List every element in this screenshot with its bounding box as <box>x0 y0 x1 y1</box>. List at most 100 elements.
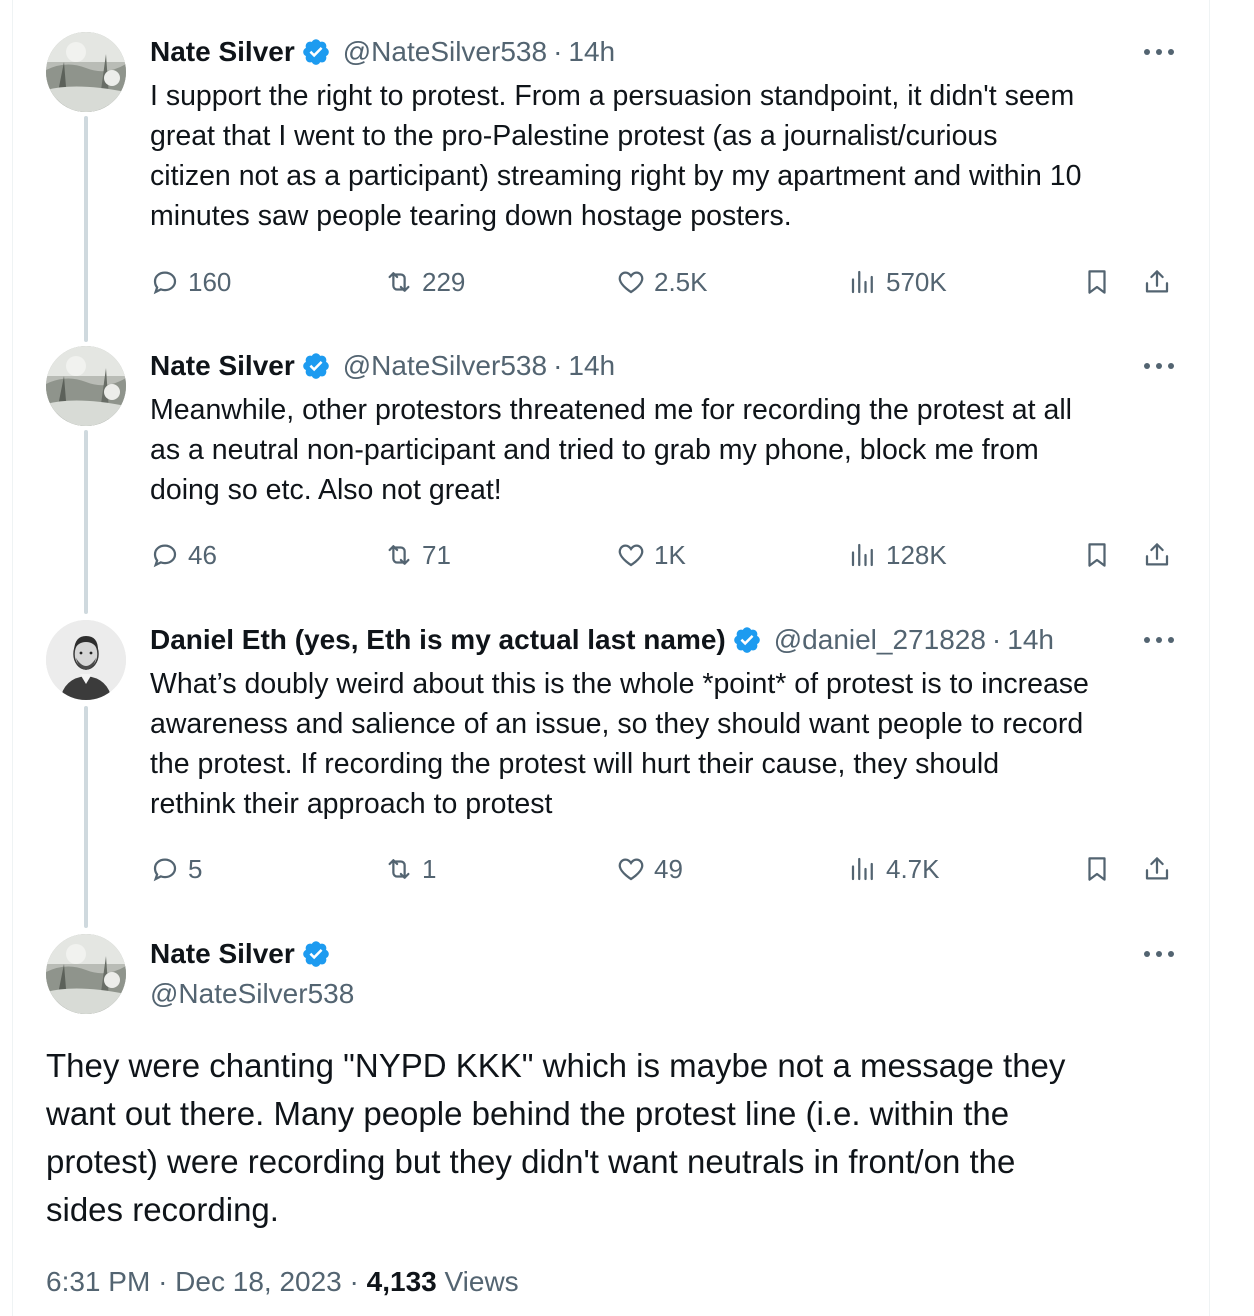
share-button[interactable] <box>1142 262 1172 302</box>
repost-count: 71 <box>422 539 451 570</box>
separator-dot: · <box>991 624 1002 655</box>
share-button[interactable] <box>1142 849 1172 889</box>
handle[interactable]: @NateSilver538 <box>343 350 547 382</box>
timestamp[interactable]: 14h <box>568 350 615 382</box>
avatar[interactable] <box>46 934 126 1014</box>
tweet-header: Nate Silver @NateSilver538 · 14h <box>150 346 615 386</box>
tweet-text: I support the right to protest. From a p… <box>150 80 1082 232</box>
share-button[interactable] <box>1142 535 1172 575</box>
repost-button[interactable]: 1 <box>384 849 436 889</box>
reply-count: 160 <box>188 266 232 297</box>
like-icon <box>618 544 644 567</box>
main-tweet-text: They were chanting "NYPD KKK" which is m… <box>46 1047 1066 1228</box>
bookmark-button[interactable] <box>1082 849 1112 889</box>
post-date[interactable]: Dec 18, 2023 <box>175 1266 342 1297</box>
timestamp[interactable]: 14h <box>568 36 615 68</box>
tweet-text: What’s doubly weird about this is the wh… <box>150 668 1089 820</box>
separator-dot: · <box>158 1266 168 1297</box>
share-icon <box>1145 270 1169 293</box>
views-count: 4,133 <box>366 1266 437 1297</box>
more-button[interactable] <box>1142 356 1176 376</box>
handle[interactable]: @daniel_271828 <box>774 624 986 656</box>
reply-button[interactable]: 46 <box>150 535 217 575</box>
views-button[interactable]: 4.7K <box>848 849 940 889</box>
display-name[interactable]: Nate Silver <box>150 350 295 382</box>
share-icon <box>1145 543 1169 566</box>
more-icon <box>1144 363 1174 369</box>
bookmark-button[interactable] <box>1082 262 1112 302</box>
handle[interactable]: @NateSilver538 <box>343 36 547 68</box>
avatar-snow-forest-image <box>46 346 126 426</box>
more-icon <box>1144 637 1174 643</box>
views-icon <box>851 857 873 881</box>
views-button[interactable]: 570K <box>848 262 947 302</box>
handle-row: @NateSilver538 <box>150 974 354 1014</box>
reply-button[interactable]: 5 <box>150 849 202 889</box>
bookmark-button[interactable] <box>1082 535 1112 575</box>
bookmark-icon <box>1088 270 1106 294</box>
like-count: 49 <box>654 853 683 884</box>
views-count: 570K <box>886 266 947 297</box>
more-button[interactable] <box>1142 42 1176 62</box>
bookmark-icon <box>1088 857 1106 881</box>
repost-button[interactable]: 71 <box>384 535 451 575</box>
views-button[interactable]: 128K <box>848 535 947 575</box>
separator-dot: · <box>553 36 563 67</box>
verified-badge-icon <box>302 941 329 967</box>
verified-badge-icon <box>302 353 329 379</box>
views-icon <box>851 270 873 294</box>
like-count: 2.5K <box>654 266 708 297</box>
reply-count: 46 <box>188 539 217 570</box>
display-name[interactable]: Daniel Eth (yes, Eth is my actual last n… <box>150 624 726 656</box>
reply-button[interactable]: 160 <box>150 262 231 302</box>
like-button[interactable]: 1K <box>616 535 686 575</box>
thread-line <box>84 430 88 614</box>
timestamp[interactable]: 14h <box>1007 624 1054 656</box>
verified-badge-icon <box>733 627 760 653</box>
more-button[interactable] <box>1142 630 1176 650</box>
more-icon <box>1144 951 1174 957</box>
views-label: Views <box>444 1266 519 1297</box>
repost-icon <box>388 272 410 292</box>
separator-dot: · <box>553 350 563 381</box>
like-button[interactable]: 49 <box>616 849 683 889</box>
separator-dot: · <box>349 1266 359 1297</box>
reply-icon <box>153 544 177 568</box>
views-count: 4.7K <box>886 853 940 884</box>
tweet-actions: 160 229 2.5K 570K <box>150 262 1180 302</box>
post-time[interactable]: 6:31 PM <box>46 1266 150 1297</box>
like-icon <box>618 271 644 294</box>
tweet-text: Meanwhile, other protestors threatened m… <box>150 394 1072 506</box>
reply-icon <box>153 858 177 882</box>
views-count: 128K <box>886 539 947 570</box>
display-name[interactable]: Nate Silver <box>150 938 295 970</box>
tweet-actions: 46 71 1K 128K <box>150 535 1180 575</box>
more-icon <box>1144 49 1174 55</box>
handle[interactable]: @NateSilver538 <box>150 978 354 1010</box>
tweet-header: Nate Silver <box>150 934 331 974</box>
thread-line <box>84 706 88 928</box>
avatar[interactable] <box>46 32 126 112</box>
avatar[interactable] <box>46 346 126 426</box>
repost-count: 1 <box>422 853 437 884</box>
avatar-snow-forest-image <box>46 32 126 112</box>
avatar-snow-forest-image <box>46 934 126 1014</box>
like-button[interactable]: 2.5K <box>616 262 708 302</box>
display-name[interactable]: Nate Silver <box>150 36 295 68</box>
verified-badge-icon <box>302 39 329 65</box>
like-icon <box>618 858 644 881</box>
tweet-metadata: 6:31 PM · Dec 18, 2023 · 4,133 Views <box>46 1266 519 1298</box>
repost-button[interactable]: 229 <box>384 262 465 302</box>
tweet-actions: 5 1 49 4.7K <box>150 849 1180 889</box>
like-count: 1K <box>654 539 686 570</box>
avatar-portrait-sketch-image <box>46 620 126 700</box>
avatar[interactable] <box>46 620 126 700</box>
reply-count: 5 <box>188 853 203 884</box>
views-icon <box>851 543 873 567</box>
tweet-header: Daniel Eth (yes, Eth is my actual last n… <box>150 620 1054 660</box>
tweet-header: Nate Silver @NateSilver538 · 14h <box>150 32 615 72</box>
more-button[interactable] <box>1142 944 1176 964</box>
repost-count: 229 <box>422 266 466 297</box>
thread-line <box>84 116 88 342</box>
share-icon <box>1145 857 1169 880</box>
